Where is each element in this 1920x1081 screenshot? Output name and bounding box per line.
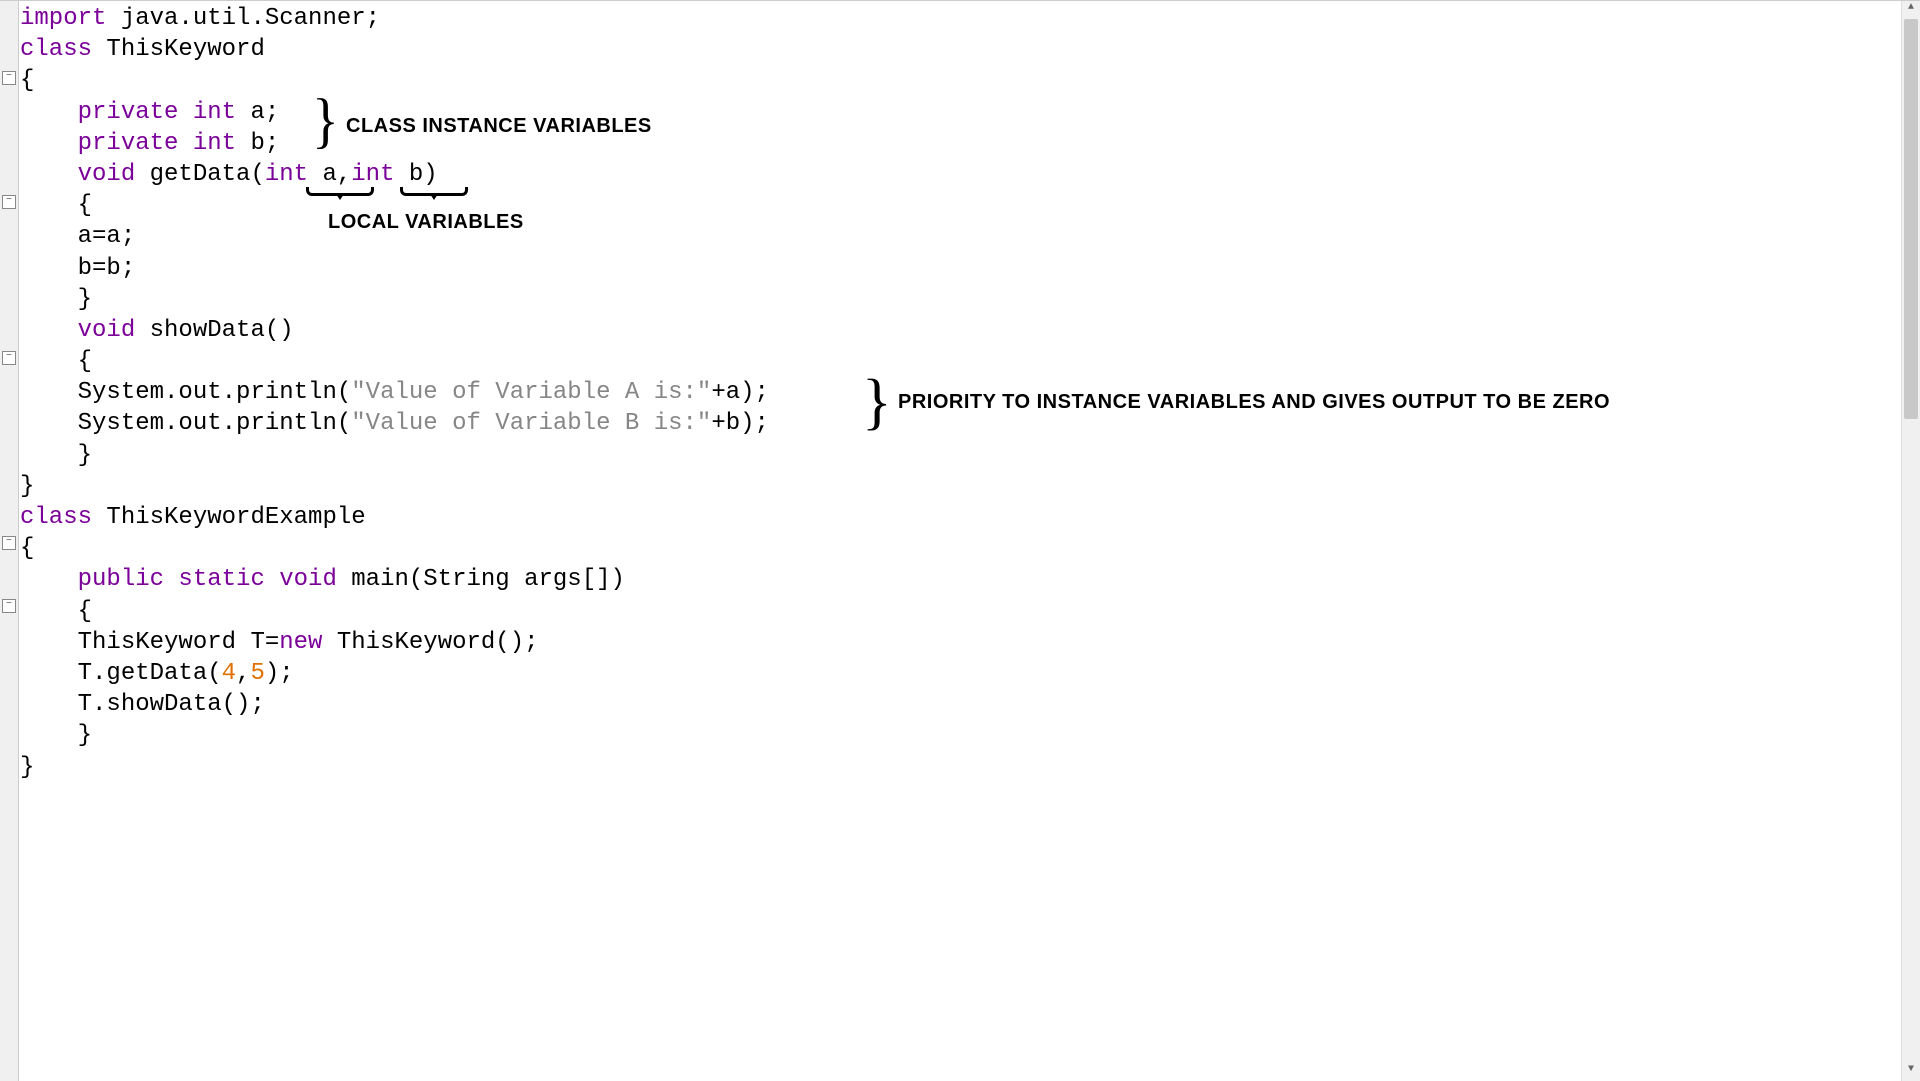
indent bbox=[20, 348, 78, 375]
var-decl: a; bbox=[236, 99, 279, 126]
indent bbox=[20, 286, 78, 313]
fold-gutter: − − − − − bbox=[0, 1, 19, 1081]
brace-close: } bbox=[20, 473, 34, 500]
code-text: +a); bbox=[711, 379, 769, 406]
keyword-public-static-void: public static void bbox=[78, 566, 337, 593]
brace-icon: } bbox=[312, 90, 339, 152]
number-literal: 5 bbox=[250, 660, 264, 687]
code-text: ThisKeyword T= bbox=[78, 629, 280, 656]
underbrace-icon bbox=[306, 187, 374, 196]
brace-open: { bbox=[78, 192, 92, 219]
indent bbox=[20, 192, 78, 219]
brace-close: } bbox=[78, 286, 92, 313]
code-text: ); bbox=[265, 660, 294, 687]
indent bbox=[20, 691, 78, 718]
annotation-local-variables: LOCAL VARIABLES bbox=[328, 209, 524, 235]
indent bbox=[20, 379, 78, 406]
keyword-new: new bbox=[279, 629, 322, 656]
keyword-class: class bbox=[20, 504, 92, 531]
class-name: ThisKeyword bbox=[92, 36, 265, 63]
keyword-import: import bbox=[20, 5, 106, 32]
var-decl: b; bbox=[236, 130, 279, 157]
method-call: System.out.println( bbox=[78, 379, 352, 406]
indent bbox=[20, 722, 78, 749]
assignment: b=b; bbox=[78, 255, 136, 282]
indent bbox=[20, 660, 78, 687]
code-text: java.util.Scanner; bbox=[106, 5, 380, 32]
scroll-up-icon[interactable]: ▲ bbox=[1902, 1, 1920, 19]
method-call: T.showData(); bbox=[78, 691, 265, 718]
keyword-void: void bbox=[78, 161, 136, 188]
class-name: ThisKeywordExample bbox=[92, 504, 366, 531]
indent bbox=[20, 255, 78, 282]
method-name: getData( bbox=[135, 161, 265, 188]
brace-open: { bbox=[78, 348, 92, 375]
fold-marker[interactable]: − bbox=[2, 536, 16, 550]
code-text: +b); bbox=[711, 410, 769, 437]
keyword-int: int bbox=[265, 161, 308, 188]
method-call: T.getData( bbox=[78, 660, 222, 687]
indent bbox=[20, 317, 78, 344]
indent bbox=[20, 130, 78, 157]
brace-open: { bbox=[20, 67, 34, 94]
indent bbox=[20, 598, 78, 625]
indent bbox=[20, 223, 78, 250]
indent bbox=[20, 566, 78, 593]
indent bbox=[20, 442, 78, 469]
keyword-private-int: private int bbox=[78, 99, 236, 126]
vertical-scrollbar[interactable]: ▲ ▼ bbox=[1901, 1, 1920, 1081]
brace-close: } bbox=[78, 722, 92, 749]
indent bbox=[20, 629, 78, 656]
brace-open: { bbox=[20, 535, 34, 562]
method-name: showData() bbox=[135, 317, 293, 344]
method-sig: main(String args[]) bbox=[337, 566, 625, 593]
code-text: ThisKeyword(); bbox=[322, 629, 538, 656]
assignment: a=a; bbox=[78, 223, 136, 250]
keyword-class: class bbox=[20, 36, 92, 63]
fold-marker[interactable]: − bbox=[2, 599, 16, 613]
indent bbox=[20, 161, 78, 188]
keyword-private-int: private int bbox=[78, 130, 236, 157]
param: a, bbox=[308, 161, 351, 188]
brace-close: } bbox=[20, 754, 34, 781]
param: b) bbox=[395, 161, 438, 188]
annotation-priority: PRIORITY TO INSTANCE VARIABLES AND GIVES… bbox=[898, 389, 1610, 415]
string-literal: "Value of Variable B is:" bbox=[351, 410, 711, 437]
keyword-void: void bbox=[78, 317, 136, 344]
indent bbox=[20, 410, 78, 437]
scroll-thumb[interactable] bbox=[1904, 19, 1918, 419]
fold-marker[interactable]: − bbox=[2, 71, 16, 85]
brace-icon: } bbox=[862, 371, 892, 433]
fold-marker[interactable]: − bbox=[2, 195, 16, 209]
underbrace-icon bbox=[400, 187, 468, 196]
indent bbox=[20, 99, 78, 126]
fold-marker[interactable]: − bbox=[2, 351, 16, 365]
string-literal: "Value of Variable A is:" bbox=[351, 379, 711, 406]
code-editor: − − − − − import java.util.Scanner; clas… bbox=[0, 0, 1920, 1081]
comma: , bbox=[236, 660, 250, 687]
annotation-class-instance: CLASS INSTANCE VARIABLES bbox=[346, 113, 652, 139]
scroll-down-icon[interactable]: ▼ bbox=[1902, 1063, 1920, 1081]
number-literal: 4 bbox=[222, 660, 236, 687]
keyword-int: int bbox=[351, 161, 394, 188]
brace-open: { bbox=[78, 598, 92, 625]
brace-close: } bbox=[78, 442, 92, 469]
method-call: System.out.println( bbox=[78, 410, 352, 437]
